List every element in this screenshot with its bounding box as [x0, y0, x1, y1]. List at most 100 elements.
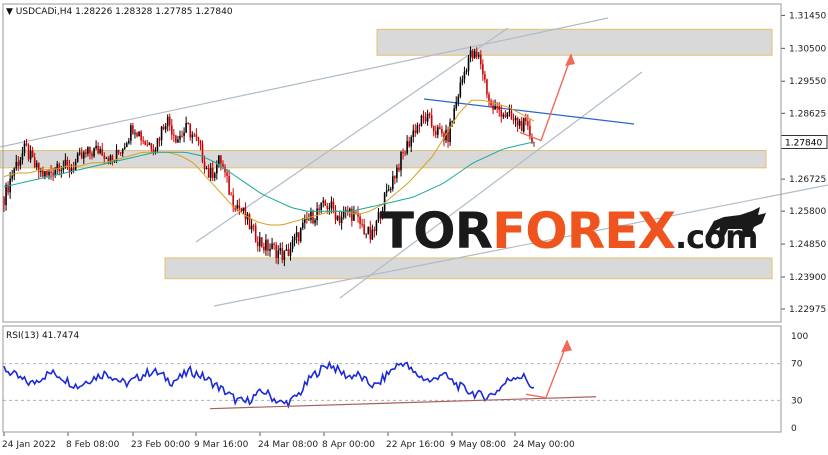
candle-body: [484, 74, 486, 80]
candle-body: [465, 71, 468, 72]
x-tick-label: 22 Apr 16:00: [386, 440, 445, 450]
bull-icon: [705, 207, 766, 237]
candle-body: [134, 132, 136, 134]
candle-body: [35, 163, 38, 168]
candle-body: [207, 168, 210, 178]
candle-body: [191, 134, 194, 138]
candle-body: [320, 202, 322, 210]
candle-body: [527, 121, 529, 126]
y-tick-label: 1.22975: [789, 305, 826, 315]
candle-body: [514, 117, 517, 121]
candle-body: [195, 134, 198, 138]
x-tick-label: 8 Apr 00:00: [322, 440, 375, 450]
candle-body: [132, 125, 134, 134]
candle-body: [142, 140, 144, 142]
candle-body: [230, 194, 232, 196]
candle-body: [289, 248, 292, 256]
candle-body: [146, 144, 149, 146]
candle-body: [140, 131, 142, 141]
candle-body: [287, 249, 290, 256]
rsi-line: [3, 360, 535, 409]
candle-body: [396, 167, 398, 179]
candle-body: [285, 249, 288, 251]
candle-body: [173, 134, 175, 136]
candle-body: [87, 147, 89, 154]
candle-body: [414, 130, 417, 133]
candle-body: [318, 208, 320, 210]
candle-body: [281, 248, 284, 260]
rsi-pane-frame: [2, 325, 782, 433]
candle-body: [148, 143, 151, 145]
candle-body: [449, 121, 451, 142]
candle-body: [404, 152, 406, 154]
candle-body: [455, 102, 458, 109]
candle-body: [95, 145, 97, 149]
candle-body: [66, 159, 69, 166]
candle-body: [218, 155, 220, 165]
candle-body: [340, 217, 343, 223]
candle-body: [522, 117, 525, 132]
candle-body: [367, 226, 370, 234]
candle-body: [492, 105, 494, 110]
candle-body: [471, 50, 474, 59]
rsi-forecast-arrowhead: [561, 339, 572, 353]
candle-body: [154, 150, 157, 153]
candle-body: [422, 116, 425, 118]
candle-body: [156, 138, 159, 151]
candle-body: [387, 189, 390, 191]
candle-body: [187, 123, 189, 124]
rsi-trendline: [209, 396, 597, 410]
candle-body: [211, 167, 214, 178]
candle-body: [15, 161, 18, 169]
candle-body: [473, 51, 476, 59]
candle-body: [103, 155, 106, 159]
candle-body: [248, 214, 251, 230]
candle-body: [332, 201, 335, 210]
candle-body: [500, 110, 503, 117]
y-tick-label: 1.31450: [789, 11, 826, 21]
candle-body: [295, 232, 298, 238]
candle-body: [430, 115, 433, 127]
candle-body: [89, 147, 91, 154]
candle-body: [158, 138, 161, 141]
y-tick-label: 1.25800: [789, 207, 826, 217]
candle-body: [291, 240, 294, 249]
candle-body: [510, 111, 513, 120]
candle-body: [29, 150, 32, 160]
chart-title: ▼ USDCADi,H4 1.28226 1.28328 1.27785 1.2…: [6, 7, 233, 17]
candle-body: [78, 152, 81, 154]
candle-body: [416, 125, 419, 133]
candle-body: [371, 229, 374, 240]
candle-body: [25, 143, 28, 146]
candle-body: [199, 140, 202, 144]
candle-body: [469, 50, 472, 58]
rsi-pane: 100 70 30 0 RSI(13) 41.7474: [3, 331, 808, 434]
candle-body: [105, 158, 108, 160]
middle-zone: [0, 150, 767, 169]
candle-body: [183, 132, 185, 136]
candle-body: [213, 173, 216, 178]
y-tick-label: 1.29550: [789, 77, 826, 87]
candle-body: [512, 119, 515, 121]
candle-body: [398, 167, 400, 171]
candle-body: [283, 250, 286, 260]
candle-body: [228, 175, 230, 195]
candle-body: [467, 57, 470, 72]
candle-body: [369, 226, 372, 240]
candle-body: [46, 170, 48, 176]
candle-body: [205, 168, 208, 170]
candle-body: [76, 153, 79, 162]
candle-body: [375, 220, 378, 231]
candle-body: [54, 169, 56, 175]
rsi-title: RSI(13) 41.7474: [6, 331, 79, 341]
rsi-y-tick-label: 0: [791, 424, 797, 434]
candle-body: [60, 169, 63, 172]
candle-body: [23, 143, 26, 154]
candle-body: [170, 125, 173, 135]
candle-body: [181, 135, 183, 137]
time-axis: 24 Jan 2022 8 Feb 08:00 23 Feb 00:00 9 Mar …: [2, 432, 575, 450]
candle-body: [496, 106, 498, 107]
candle-body: [93, 148, 95, 157]
candle-body: [437, 127, 439, 135]
candle-body: [193, 134, 196, 136]
